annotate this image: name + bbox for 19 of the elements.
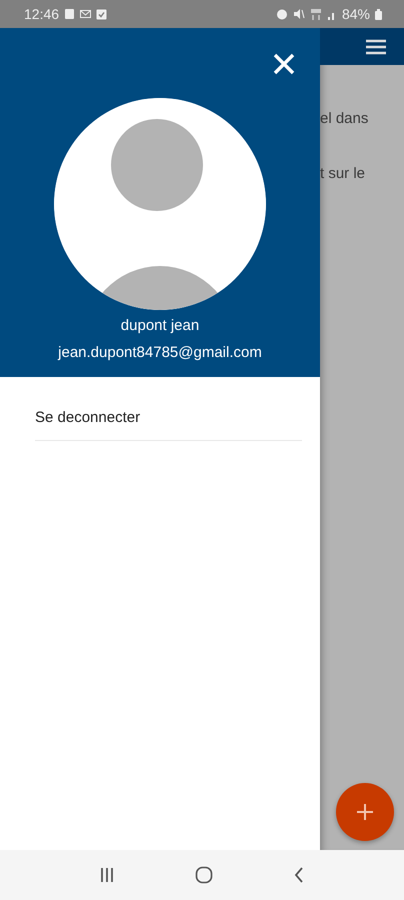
checkbox-icon (96, 8, 108, 20)
avatar-icon (54, 98, 266, 310)
text-line: t sur le (320, 165, 366, 182)
menu-item[interactable]: Se deconnecter (35, 377, 302, 441)
back-icon (294, 867, 304, 883)
close-icon (273, 53, 295, 75)
battery-percent: 84% (342, 6, 370, 22)
clock-time: 12:46 (24, 6, 60, 22)
menu-icon (366, 38, 386, 54)
menu-button[interactable] (366, 38, 386, 54)
plus-icon (357, 804, 373, 820)
battery-icon (375, 8, 382, 20)
user-name: dupont jean (120, 317, 200, 334)
user-email: jean.dupont84785@gmail.com (58, 344, 262, 361)
text-line: el dans (320, 110, 370, 127)
mail-icon (80, 9, 92, 19)
mute-icon (292, 8, 305, 20)
recent-apps-icon (100, 867, 114, 883)
home-icon (194, 866, 213, 884)
